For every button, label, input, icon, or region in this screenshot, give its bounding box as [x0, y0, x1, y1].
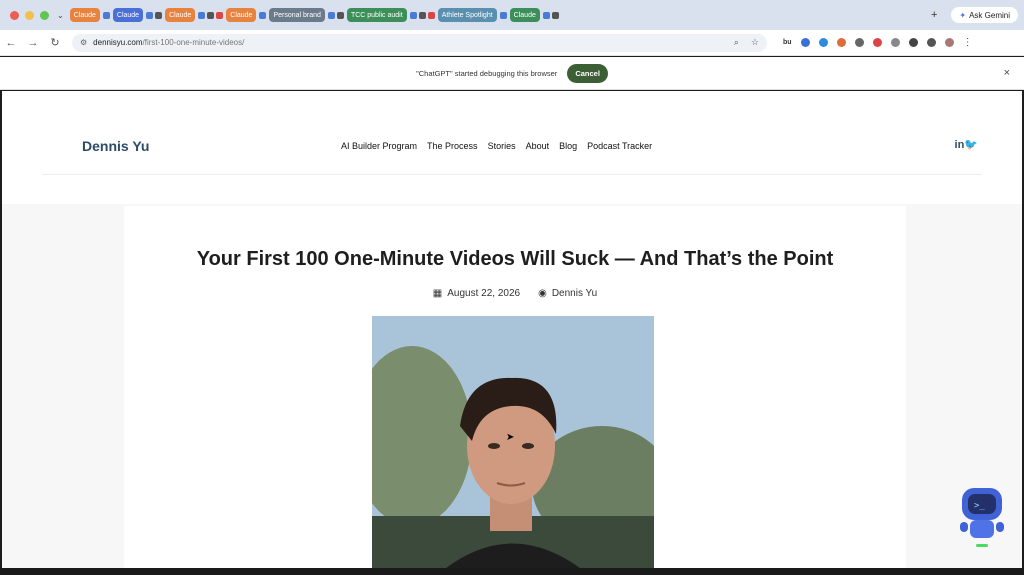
nav-link[interactable]: Stories	[488, 141, 516, 151]
favicon-icon[interactable]	[551, 11, 559, 19]
pinned-tab-icons[interactable]	[259, 11, 267, 19]
extension-blue-icon[interactable]	[800, 38, 810, 47]
calendar-icon: ▦	[432, 288, 443, 299]
browser-tab-strip: ⌄ Claude Claude Claude Claude Personal brand…	[0, 0, 1024, 30]
screen-bottom-edge	[0, 568, 1024, 575]
gemini-icon: ✦	[959, 10, 967, 20]
nav-link[interactable]: The Process	[427, 141, 478, 151]
url-path: /first-100-one-minute-videos/	[142, 38, 245, 47]
browser-tab[interactable]: Athlete Spotlight	[437, 8, 497, 22]
browser-tab[interactable]: Claude	[165, 8, 196, 22]
favicon-icon[interactable]	[499, 11, 507, 19]
browser-tab[interactable]: Claude	[226, 8, 257, 22]
post-date: ▦ August 22, 2026	[433, 288, 520, 299]
pinned-tab-icons[interactable]	[409, 11, 435, 19]
window-controls	[10, 10, 49, 20]
debugging-banner: "ChatGPT" started debugging this browser…	[0, 57, 1024, 90]
favicon-icon[interactable]	[259, 11, 267, 19]
extensions-puzzle-icon[interactable]	[908, 38, 918, 47]
ask-gemini-label: Ask Gemini	[969, 10, 1010, 20]
post-author-text: Dennis Yu	[551, 288, 598, 299]
site-header: Dennis Yu AI Builder Program The Process S…	[2, 91, 1022, 204]
browser-tab[interactable]: Claude	[112, 8, 144, 22]
profile-avatar[interactable]	[944, 38, 954, 47]
user-icon: ◉	[538, 288, 547, 299]
social-icons[interactable]: in🐦	[955, 138, 978, 151]
pinned-tab-icons[interactable]	[198, 11, 224, 19]
hero-image	[372, 316, 654, 571]
browser-tab[interactable]: TCC public audit	[346, 8, 407, 22]
portrait-photo	[372, 316, 654, 571]
minimize-window-button[interactable]	[25, 10, 34, 20]
post-author[interactable]: ◉ Dennis Yu	[538, 288, 597, 299]
bookmark-star-icon[interactable]: ☆	[751, 37, 759, 48]
favicon-icon[interactable]	[216, 11, 224, 19]
address-bar-row: ← → ↻ ⚙ dennisyu.com /first-100-one-minu…	[0, 30, 1024, 56]
extension-red-icon[interactable]	[872, 38, 882, 47]
url-host: dennisyu.com	[93, 38, 143, 47]
browser-tab[interactable]: Claude	[509, 8, 540, 22]
favicon-icon[interactable]	[542, 11, 550, 19]
pinned-tab-icons[interactable]	[499, 11, 507, 19]
post-meta: ▦ August 22, 2026 ◉ Dennis Yu	[124, 288, 906, 299]
extension-bu-icon[interactable]: bu	[783, 39, 792, 46]
site-logo[interactable]: Dennis Yu	[82, 138, 149, 154]
post-title: Your First 100 One-Minute Videos Will Su…	[196, 248, 834, 270]
favicon-icon[interactable]	[155, 11, 163, 19]
url-input[interactable]: ⚙ dennisyu.com /first-100-one-minute-vid…	[72, 33, 767, 52]
pinned-tab-icons[interactable]	[327, 11, 344, 19]
header-divider	[42, 174, 982, 175]
nav-link[interactable]: About	[526, 141, 550, 151]
zoom-icon[interactable]: ⌕	[734, 37, 739, 48]
new-tab-button[interactable]: +	[931, 9, 937, 21]
pinned-tab-icons[interactable]	[102, 11, 110, 19]
cancel-debugging-button[interactable]: Cancel	[567, 63, 608, 83]
extension-wave-icon[interactable]	[854, 38, 864, 47]
nav-link[interactable]: AI Builder Program	[341, 141, 417, 151]
close-banner-icon[interactable]: ×	[1004, 67, 1010, 79]
favicon-icon[interactable]	[327, 11, 335, 19]
mouse-pointer-icon: ➤	[506, 432, 515, 443]
robot-icon: >_	[960, 488, 1004, 547]
favicon-icon[interactable]	[102, 11, 110, 19]
reading-list-icon[interactable]	[926, 38, 936, 47]
close-window-button[interactable]	[10, 10, 19, 20]
svg-text:>_: >_	[974, 501, 985, 511]
favicon-icon[interactable]	[207, 11, 215, 19]
pinned-tab-icons[interactable]	[146, 11, 163, 19]
tab-list: Claude Claude Claude Claude Personal brand TC…	[69, 0, 917, 30]
favicon-icon[interactable]	[336, 11, 344, 19]
twitter-icon[interactable]: 🐦	[964, 139, 978, 151]
extension-calendar-icon[interactable]	[836, 38, 846, 47]
maximize-window-button[interactable]	[40, 10, 49, 20]
favicon-icon[interactable]	[418, 11, 426, 19]
reload-icon[interactable]: ↻	[44, 36, 66, 49]
favicon-icon[interactable]	[198, 11, 206, 19]
debugging-message: "ChatGPT" started debugging this browser	[416, 68, 558, 78]
post-date-text: August 22, 2026	[447, 288, 521, 299]
favicon-icon[interactable]	[409, 11, 417, 19]
tab-search-icon[interactable]: ⌄	[57, 11, 64, 20]
web-page: Dennis Yu AI Builder Program The Process S…	[2, 91, 1022, 571]
extension-gear-icon[interactable]	[890, 38, 900, 47]
chat-bot-widget[interactable]: >_	[956, 482, 1008, 550]
forward-icon[interactable]: →	[22, 37, 44, 49]
site-nav: AI Builder Program The Process Stories Abou…	[341, 141, 652, 151]
extension-circle-icon[interactable]	[818, 38, 828, 47]
favicon-icon[interactable]	[146, 11, 154, 19]
nav-link[interactable]: Podcast Tracker	[587, 141, 652, 151]
extensions-toolbar: bu ⋮	[783, 37, 973, 48]
browser-tab[interactable]: Claude	[69, 8, 100, 22]
browser-menu-icon[interactable]: ⋮	[963, 37, 973, 48]
linkedin-icon[interactable]: in	[955, 139, 965, 151]
browser-tab[interactable]: Personal brand	[269, 8, 325, 22]
site-info-icon[interactable]: ⚙	[80, 38, 87, 47]
ask-gemini-button[interactable]: ✦ Ask Gemini	[951, 7, 1018, 23]
favicon-icon[interactable]	[427, 11, 435, 19]
article-card: Your First 100 One-Minute Videos Will Su…	[124, 206, 906, 571]
pinned-tab-icons[interactable]	[542, 11, 559, 19]
nav-link[interactable]: Blog	[559, 141, 577, 151]
back-icon[interactable]: ←	[0, 37, 22, 49]
